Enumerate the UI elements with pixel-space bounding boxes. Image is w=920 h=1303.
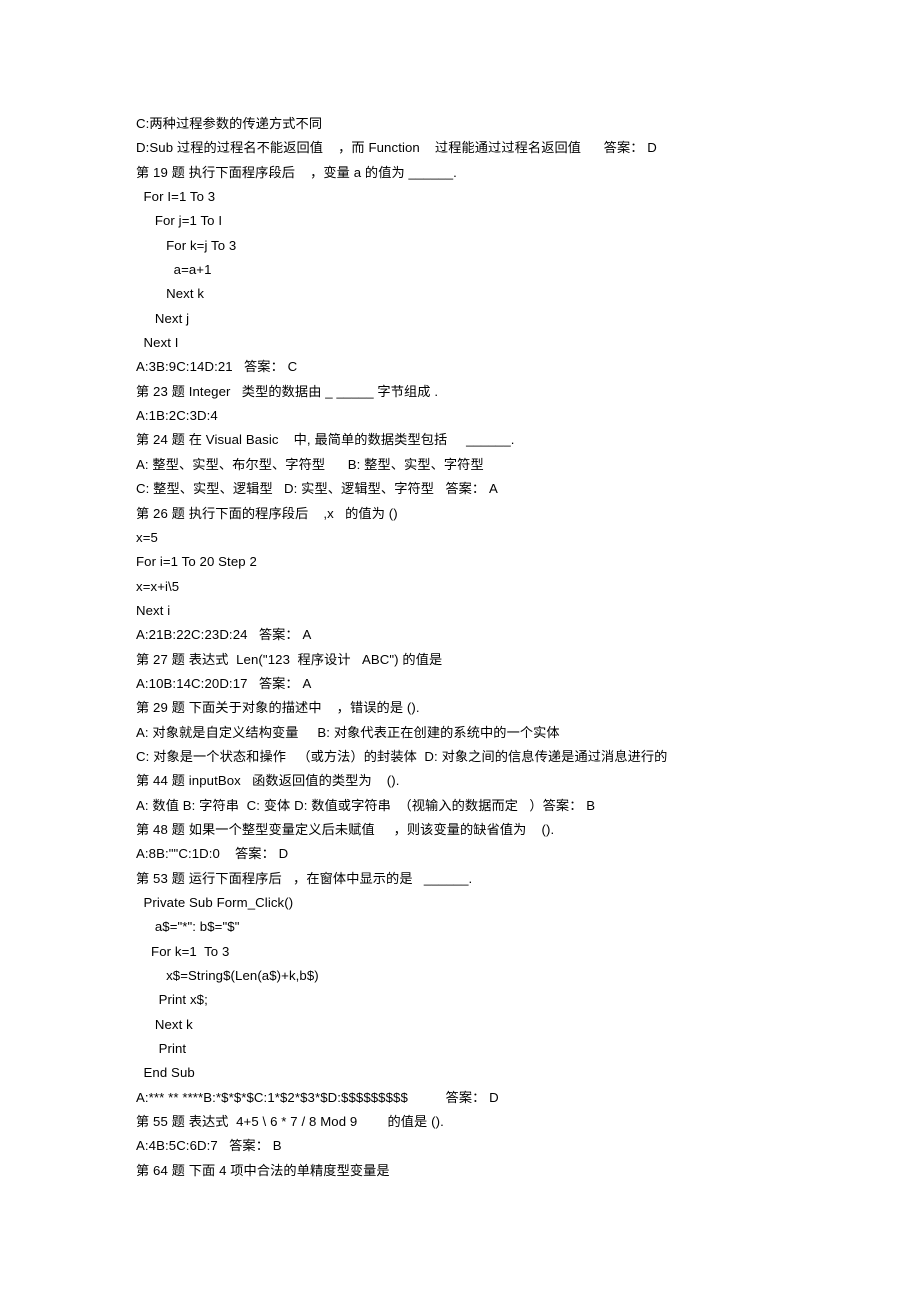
document-line-answer: A:21B:22C:23D:24 答案： A	[136, 627, 312, 643]
document-line-code: Next k	[136, 286, 205, 302]
document-line-option: A:1B:2C:3D:4	[136, 408, 218, 424]
document-line-code: x=x+i\5	[136, 578, 180, 594]
document-line-code: a=a+1	[136, 262, 212, 278]
document-line-question: 第 44 题 inputBox 函数返回值的类型为 ().	[136, 773, 400, 789]
document-line-option: C: 对象是一个状态和操作 （或方法）的封装体 D: 对象之间的信息传递是通过消…	[136, 748, 668, 764]
document-line-question: 第 26 题 执行下面的程序段后 ,x 的值为 ()	[136, 505, 398, 521]
document-line-code: Next I	[136, 335, 179, 351]
document-line-question: 第 48 题 如果一个整型变量定义后未赋值 ，则该变量的缺省值为 ().	[136, 821, 555, 837]
document-line-code: Next k	[136, 1016, 193, 1032]
document-line-code: Next i	[136, 602, 171, 618]
document-line-answer: A:3B:9C:14D:21 答案： C	[136, 359, 298, 375]
document-line-answer: A:4B:5C:6D:7 答案： B	[136, 1138, 282, 1154]
document-line-option: A: 对象就是自定义结构变量 B: 对象代表正在创建的系统中的一个实体	[136, 724, 560, 740]
document-line-question: 第 55 题 表达式 4+5 \ 6 * 7 / 8 Mod 9 的值是 ().	[136, 1114, 444, 1130]
document-line-code: x=5	[136, 529, 158, 545]
document-page: C:两种过程参数的传递方式不同 D:Sub 过程的过程名不能返回值 ，而 Func…	[0, 0, 920, 1303]
document-line-question: 第 24 题 在 Visual Basic 中, 最简单的数据类型包括 ____…	[136, 432, 515, 448]
document-line-option: D:Sub 过程的过程名不能返回值 ，而 Function 过程能通过过程名返回…	[136, 140, 657, 156]
document-line-code: For j=1 To I	[136, 213, 223, 229]
document-line-code: Print x$;	[136, 992, 208, 1008]
document-line-option: C: 整型、实型、逻辑型 D: 实型、逻辑型、字符型 答案： A	[136, 481, 498, 497]
document-line-code: End Sub	[136, 1065, 195, 1081]
document-line-question: 第 64 题 下面 4 项中合法的单精度型变量是	[136, 1162, 390, 1178]
document-line-answer: A:10B:14C:20D:17 答案： A	[136, 675, 312, 691]
document-line-code: x$=String$(Len(a$)+k,b$)	[136, 968, 319, 984]
document-line-code: For i=1 To 20 Step 2	[136, 554, 257, 570]
document-line-answer: A:8B:""C:1D:0 答案： D	[136, 846, 289, 862]
document-line-question: 第 19 题 执行下面程序段后 ，变量 a 的值为 ______.	[136, 164, 457, 180]
document-line-answer: A:*** ** ****B:*$*$*$C:1*$2*$3*$D:$$$$$$…	[136, 1089, 499, 1105]
document-line-question: 第 27 题 表达式 Len("123 程序设计 ABC") 的值是	[136, 651, 443, 667]
document-line-question: 第 53 题 运行下面程序后 ，在窗体中显示的是 ______.	[136, 870, 473, 886]
document-line-code: For k=j To 3	[136, 237, 237, 253]
document-line-option: A: 整型、实型、布尔型、字符型 B: 整型、实型、字符型	[136, 456, 484, 472]
document-text-body: C:两种过程参数的传递方式不同 D:Sub 过程的过程名不能返回值 ，而 Func…	[136, 112, 876, 1183]
document-line-code: Print	[136, 1041, 187, 1057]
document-line-option: A: 数值 B: 字符串 C: 变体 D: 数值或字符串 （视输入的数据而定 ）…	[136, 797, 596, 813]
document-line-code: a$="*": b$="$"	[136, 919, 240, 935]
document-line-code: For I=1 To 3	[136, 189, 216, 205]
document-line-code: For k=1 To 3	[136, 943, 230, 959]
document-line-code: Next j	[136, 310, 190, 326]
document-line-option: C:两种过程参数的传递方式不同	[136, 116, 323, 131]
document-line-question: 第 29 题 下面关于对象的描述中 ，错误的是 ().	[136, 700, 420, 716]
document-line-question: 第 23 题 Integer 类型的数据由 _ _____ 字节组成 .	[136, 383, 439, 399]
document-line-code: Private Sub Form_Click()	[136, 895, 294, 910]
